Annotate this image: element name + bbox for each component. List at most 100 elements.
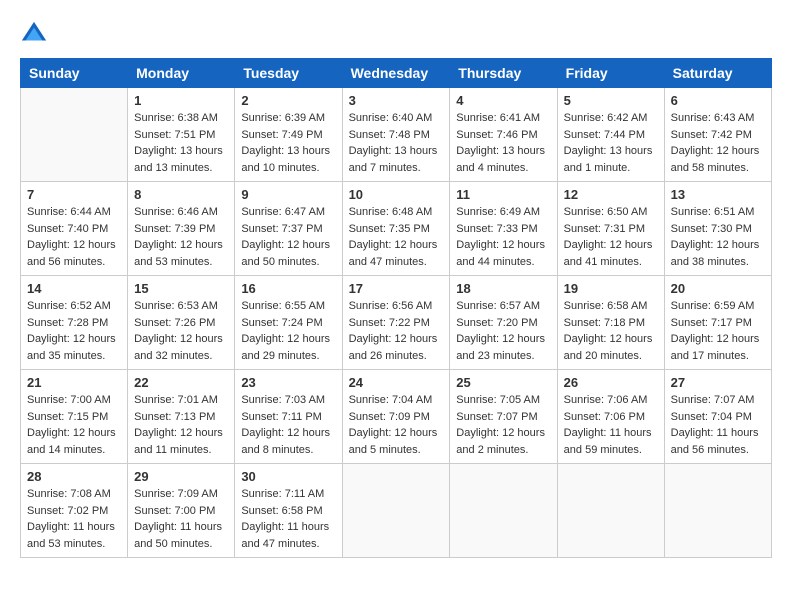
day-number: 26: [564, 375, 658, 390]
day-number: 9: [241, 187, 335, 202]
day-info: Sunrise: 7:01 AMSunset: 7:13 PMDaylight:…: [134, 392, 228, 458]
day-number: 30: [241, 469, 335, 484]
calendar-cell: 19 Sunrise: 6:58 AMSunset: 7:18 PMDaylig…: [557, 276, 664, 370]
calendar-cell: 29 Sunrise: 7:09 AMSunset: 7:00 PMDaylig…: [128, 464, 235, 558]
calendar-cell: 27 Sunrise: 7:07 AMSunset: 7:04 PMDaylig…: [664, 370, 771, 464]
calendar-cell: 13 Sunrise: 6:51 AMSunset: 7:30 PMDaylig…: [664, 182, 771, 276]
day-number: 27: [671, 375, 765, 390]
day-info: Sunrise: 6:49 AMSunset: 7:33 PMDaylight:…: [456, 204, 550, 270]
day-info: Sunrise: 7:06 AMSunset: 7:06 PMDaylight:…: [564, 392, 658, 458]
calendar-cell: 12 Sunrise: 6:50 AMSunset: 7:31 PMDaylig…: [557, 182, 664, 276]
day-info: Sunrise: 6:56 AMSunset: 7:22 PMDaylight:…: [349, 298, 444, 364]
column-header-saturday: Saturday: [664, 59, 771, 88]
day-number: 7: [27, 187, 121, 202]
calendar-week-row: 28 Sunrise: 7:08 AMSunset: 7:02 PMDaylig…: [21, 464, 772, 558]
day-number: 12: [564, 187, 658, 202]
column-header-monday: Monday: [128, 59, 235, 88]
day-info: Sunrise: 6:39 AMSunset: 7:49 PMDaylight:…: [241, 110, 335, 176]
calendar-cell: [664, 464, 771, 558]
calendar-cell: 26 Sunrise: 7:06 AMSunset: 7:06 PMDaylig…: [557, 370, 664, 464]
day-info: Sunrise: 6:55 AMSunset: 7:24 PMDaylight:…: [241, 298, 335, 364]
day-number: 21: [27, 375, 121, 390]
calendar-cell: [342, 464, 450, 558]
calendar-cell: 5 Sunrise: 6:42 AMSunset: 7:44 PMDayligh…: [557, 88, 664, 182]
day-number: 15: [134, 281, 228, 296]
day-info: Sunrise: 6:41 AMSunset: 7:46 PMDaylight:…: [456, 110, 550, 176]
day-number: 3: [349, 93, 444, 108]
column-header-thursday: Thursday: [450, 59, 557, 88]
calendar-cell: 9 Sunrise: 6:47 AMSunset: 7:37 PMDayligh…: [235, 182, 342, 276]
day-info: Sunrise: 6:52 AMSunset: 7:28 PMDaylight:…: [27, 298, 121, 364]
calendar-body: 1 Sunrise: 6:38 AMSunset: 7:51 PMDayligh…: [21, 88, 772, 558]
day-info: Sunrise: 6:40 AMSunset: 7:48 PMDaylight:…: [349, 110, 444, 176]
calendar-cell: 20 Sunrise: 6:59 AMSunset: 7:17 PMDaylig…: [664, 276, 771, 370]
day-number: 22: [134, 375, 228, 390]
calendar-cell: 4 Sunrise: 6:41 AMSunset: 7:46 PMDayligh…: [450, 88, 557, 182]
day-number: 11: [456, 187, 550, 202]
calendar-table: SundayMondayTuesdayWednesdayThursdayFrid…: [20, 58, 772, 558]
calendar-week-row: 21 Sunrise: 7:00 AMSunset: 7:15 PMDaylig…: [21, 370, 772, 464]
column-header-wednesday: Wednesday: [342, 59, 450, 88]
day-info: Sunrise: 7:11 AMSunset: 6:58 PMDaylight:…: [241, 486, 335, 552]
day-info: Sunrise: 6:53 AMSunset: 7:26 PMDaylight:…: [134, 298, 228, 364]
calendar-cell: 1 Sunrise: 6:38 AMSunset: 7:51 PMDayligh…: [128, 88, 235, 182]
day-number: 24: [349, 375, 444, 390]
calendar-cell: 8 Sunrise: 6:46 AMSunset: 7:39 PMDayligh…: [128, 182, 235, 276]
day-info: Sunrise: 6:47 AMSunset: 7:37 PMDaylight:…: [241, 204, 335, 270]
day-info: Sunrise: 6:38 AMSunset: 7:51 PMDaylight:…: [134, 110, 228, 176]
day-number: 17: [349, 281, 444, 296]
calendar-cell: 21 Sunrise: 7:00 AMSunset: 7:15 PMDaylig…: [21, 370, 128, 464]
calendar-cell: 6 Sunrise: 6:43 AMSunset: 7:42 PMDayligh…: [664, 88, 771, 182]
day-info: Sunrise: 7:09 AMSunset: 7:00 PMDaylight:…: [134, 486, 228, 552]
page-header: [20, 20, 772, 48]
calendar-cell: 14 Sunrise: 6:52 AMSunset: 7:28 PMDaylig…: [21, 276, 128, 370]
calendar-cell: 2 Sunrise: 6:39 AMSunset: 7:49 PMDayligh…: [235, 88, 342, 182]
day-info: Sunrise: 6:44 AMSunset: 7:40 PMDaylight:…: [27, 204, 121, 270]
calendar-cell: 16 Sunrise: 6:55 AMSunset: 7:24 PMDaylig…: [235, 276, 342, 370]
calendar-week-row: 1 Sunrise: 6:38 AMSunset: 7:51 PMDayligh…: [21, 88, 772, 182]
day-number: 6: [671, 93, 765, 108]
day-number: 19: [564, 281, 658, 296]
calendar-cell: 25 Sunrise: 7:05 AMSunset: 7:07 PMDaylig…: [450, 370, 557, 464]
day-number: 28: [27, 469, 121, 484]
day-info: Sunrise: 6:50 AMSunset: 7:31 PMDaylight:…: [564, 204, 658, 270]
column-header-sunday: Sunday: [21, 59, 128, 88]
day-number: 29: [134, 469, 228, 484]
day-info: Sunrise: 6:51 AMSunset: 7:30 PMDaylight:…: [671, 204, 765, 270]
day-number: 1: [134, 93, 228, 108]
day-number: 13: [671, 187, 765, 202]
calendar-cell: 23 Sunrise: 7:03 AMSunset: 7:11 PMDaylig…: [235, 370, 342, 464]
calendar-cell: [21, 88, 128, 182]
calendar-week-row: 7 Sunrise: 6:44 AMSunset: 7:40 PMDayligh…: [21, 182, 772, 276]
day-info: Sunrise: 7:04 AMSunset: 7:09 PMDaylight:…: [349, 392, 444, 458]
day-number: 16: [241, 281, 335, 296]
day-number: 25: [456, 375, 550, 390]
calendar-cell: 18 Sunrise: 6:57 AMSunset: 7:20 PMDaylig…: [450, 276, 557, 370]
calendar-cell: [450, 464, 557, 558]
day-number: 8: [134, 187, 228, 202]
day-info: Sunrise: 6:48 AMSunset: 7:35 PMDaylight:…: [349, 204, 444, 270]
calendar-cell: 3 Sunrise: 6:40 AMSunset: 7:48 PMDayligh…: [342, 88, 450, 182]
day-number: 2: [241, 93, 335, 108]
column-header-tuesday: Tuesday: [235, 59, 342, 88]
day-number: 5: [564, 93, 658, 108]
day-info: Sunrise: 6:58 AMSunset: 7:18 PMDaylight:…: [564, 298, 658, 364]
calendar-cell: 30 Sunrise: 7:11 AMSunset: 6:58 PMDaylig…: [235, 464, 342, 558]
calendar-cell: 28 Sunrise: 7:08 AMSunset: 7:02 PMDaylig…: [21, 464, 128, 558]
calendar-cell: 24 Sunrise: 7:04 AMSunset: 7:09 PMDaylig…: [342, 370, 450, 464]
logo: [20, 20, 52, 48]
day-info: Sunrise: 7:03 AMSunset: 7:11 PMDaylight:…: [241, 392, 335, 458]
day-info: Sunrise: 6:42 AMSunset: 7:44 PMDaylight:…: [564, 110, 658, 176]
day-number: 10: [349, 187, 444, 202]
day-info: Sunrise: 6:46 AMSunset: 7:39 PMDaylight:…: [134, 204, 228, 270]
calendar-cell: 17 Sunrise: 6:56 AMSunset: 7:22 PMDaylig…: [342, 276, 450, 370]
day-number: 23: [241, 375, 335, 390]
calendar-cell: 11 Sunrise: 6:49 AMSunset: 7:33 PMDaylig…: [450, 182, 557, 276]
column-header-friday: Friday: [557, 59, 664, 88]
day-info: Sunrise: 7:07 AMSunset: 7:04 PMDaylight:…: [671, 392, 765, 458]
day-number: 18: [456, 281, 550, 296]
day-info: Sunrise: 6:59 AMSunset: 7:17 PMDaylight:…: [671, 298, 765, 364]
calendar-cell: 15 Sunrise: 6:53 AMSunset: 7:26 PMDaylig…: [128, 276, 235, 370]
calendar-cell: [557, 464, 664, 558]
day-info: Sunrise: 6:57 AMSunset: 7:20 PMDaylight:…: [456, 298, 550, 364]
